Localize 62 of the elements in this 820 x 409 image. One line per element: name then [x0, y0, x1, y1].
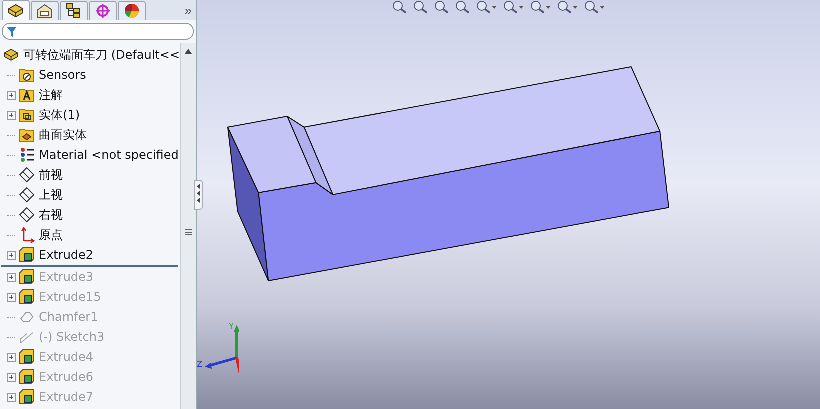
caret-icon	[519, 6, 524, 8]
more-tabs-button[interactable]: »	[184, 2, 192, 18]
material-icon	[19, 147, 35, 163]
expand-icon[interactable]	[7, 372, 16, 382]
plane-icon	[19, 207, 35, 223]
caret-icon	[492, 6, 497, 8]
zoom-fit-button[interactable]	[392, 0, 407, 14]
y-axis-label: Y	[229, 323, 234, 331]
panel-collapse-handle[interactable]	[194, 180, 203, 210]
tree-item[interactable]: 前视	[39, 166, 63, 184]
panel-tab[interactable]	[2, 0, 30, 20]
crosshair-icon	[94, 3, 112, 19]
extrude-icon	[19, 269, 35, 285]
z-axis-label: Z	[197, 361, 202, 369]
property-icon	[36, 3, 54, 19]
tree-item[interactable]: 右视	[39, 206, 63, 224]
tree-item[interactable]: Material <not specified	[39, 148, 179, 162]
part-name[interactable]: 可转位端面车刀 (Default<<	[24, 46, 180, 64]
caret-icon	[573, 6, 578, 8]
extrude-icon	[19, 289, 35, 305]
tree-item[interactable]: Sensors	[39, 68, 86, 82]
splitter-grip-icon[interactable]	[185, 229, 192, 236]
tree-item[interactable]: 实体(1)	[39, 106, 80, 124]
tree-item[interactable]: 原点	[39, 226, 63, 244]
tree-item[interactable]: 曲面实体	[39, 126, 87, 144]
panel-tab[interactable]	[118, 1, 146, 20]
expand-icon[interactable]	[7, 292, 16, 302]
tree-item[interactable]: Extrude2	[39, 248, 94, 262]
expand-icon[interactable]	[7, 352, 16, 362]
filter-icon	[7, 26, 17, 36]
expand-icon[interactable]	[7, 272, 16, 282]
expand-icon[interactable]	[7, 250, 16, 260]
sensor-folder-icon	[19, 67, 35, 83]
expand-icon[interactable]	[7, 392, 16, 402]
color-wheel-icon	[123, 3, 141, 19]
extrude-icon	[19, 349, 35, 365]
caret-icon	[546, 6, 551, 8]
expand-icon[interactable]	[7, 110, 16, 120]
triangles-icon	[196, 182, 201, 204]
annotation-folder-icon	[19, 87, 35, 103]
plane-icon	[19, 187, 35, 203]
expand-icon[interactable]	[7, 90, 16, 100]
surface-bodies-folder-icon	[19, 127, 35, 143]
parts-icon	[3, 47, 20, 63]
zoom-area-button[interactable]	[413, 0, 428, 14]
extrude-icon	[19, 369, 35, 385]
tree-item[interactable]: 上视	[39, 186, 63, 204]
extrude-icon	[19, 389, 35, 405]
caret-icon	[600, 6, 605, 8]
origin-icon	[19, 227, 35, 243]
extrude-icon	[19, 247, 35, 263]
zoom-fit-icon	[392, 0, 407, 14]
panel-tab[interactable]	[60, 1, 88, 20]
filter-field[interactable]	[2, 23, 194, 40]
parts-icon	[7, 2, 25, 18]
zoom-area-icon	[413, 0, 428, 14]
solid-bodies-folder-icon	[19, 107, 35, 123]
up-arrow-icon	[185, 49, 192, 54]
panel-tab[interactable]	[31, 1, 59, 20]
plane-icon	[19, 167, 35, 183]
tree-item[interactable]: 注解	[39, 86, 63, 104]
configuration-icon	[65, 3, 83, 19]
